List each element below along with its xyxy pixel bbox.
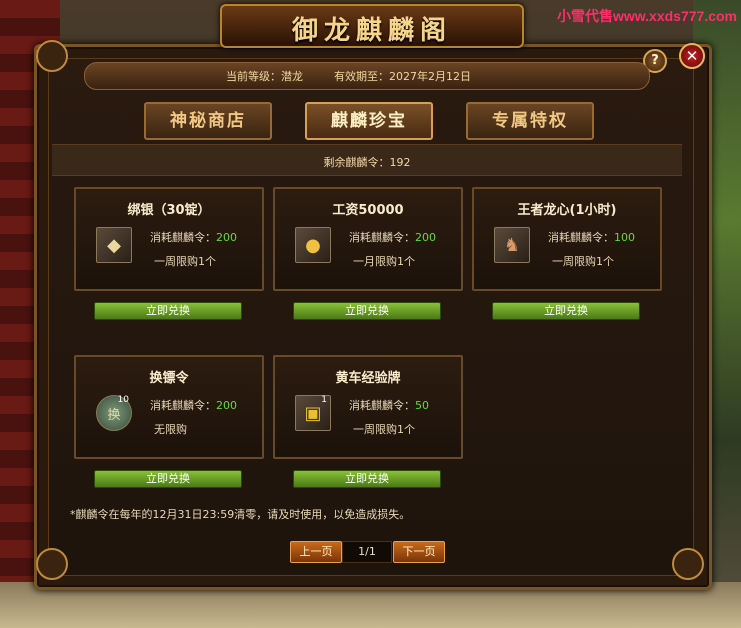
item-glyph: ◆: [107, 234, 121, 256]
item-glyph: ♞: [503, 234, 521, 256]
dragon-heart-icon[interactable]: ♞: [494, 227, 530, 263]
item-limit: 一周限购1个: [154, 255, 216, 268]
redeem-button[interactable]: 立即兑换: [293, 470, 441, 488]
cost-value: 200: [216, 399, 237, 412]
cost-value: 200: [415, 231, 436, 244]
cost-prefix: 消耗麒麟令：: [150, 231, 216, 244]
item-limit: 一周限购1个: [552, 255, 614, 268]
redeem-button[interactable]: 立即兑换: [293, 302, 441, 320]
watermark-text: 小雪代售www.xxds777.com: [557, 8, 737, 24]
item-name: 工资50000: [332, 203, 404, 218]
prev-page-button[interactable]: 上一页: [290, 541, 342, 563]
item-name: 换镖令: [149, 371, 189, 386]
frame-corner-ornament: [36, 40, 68, 72]
cost-value: 100: [614, 231, 635, 244]
frame-corner-ornament: [672, 548, 704, 580]
redeem-button[interactable]: 立即兑换: [94, 302, 242, 320]
item-card: 黄车经验牌 ▣ 1 消耗麒麟令：50 一周限购1个: [273, 355, 463, 459]
cost-prefix: 消耗麒麟令：: [349, 399, 415, 412]
current-level-text: 当前等级：潜龙: [226, 70, 303, 83]
item-glyph: ▣: [304, 402, 322, 424]
item-cost: 消耗麒麟令：200: [150, 229, 237, 245]
item-limit: 一月限购1个: [353, 255, 415, 268]
item-card: 换镖令 换 10 消耗麒麟令：200 无限购: [74, 355, 264, 459]
item-card: 绑银（30锭） ◆ 消耗麒麟令：200 一周限购1个: [74, 187, 264, 291]
expiry-date-text: 有效期至：2027年2月12日: [334, 70, 471, 83]
item-cost: 消耗麒麟令：50: [349, 397, 429, 413]
gold-coins-icon[interactable]: ●: [295, 227, 331, 263]
item-name: 王者龙心(1小时): [517, 203, 617, 218]
window-title: 御龙麒麟阁: [291, 16, 452, 46]
remaining-tokens-text: 剩余麒麟令：192: [323, 156, 411, 169]
item-glyph: 换: [107, 407, 121, 423]
item-name: 绑银（30锭）: [127, 203, 211, 218]
tab-exclusive-privilege[interactable]: 专属特权: [466, 102, 594, 140]
item-cost: 消耗麒麟令：200: [349, 229, 436, 245]
cost-prefix: 消耗麒麟令：: [150, 399, 216, 412]
item-card: 工资50000 ● 消耗麒麟令：200 一月限购1个: [273, 187, 463, 291]
item-glyph: ●: [305, 234, 321, 256]
item-cost: 消耗麒麟令：200: [150, 397, 237, 413]
escort-token-icon[interactable]: 换 10: [96, 395, 132, 431]
redeem-button[interactable]: 立即兑换: [94, 470, 242, 488]
item-quantity-badge: 10: [117, 395, 129, 405]
tab-qilin-treasure[interactable]: 麒麟珍宝: [305, 102, 433, 140]
redeem-button[interactable]: 立即兑换: [492, 302, 640, 320]
cost-prefix: 消耗麒麟令：: [349, 231, 415, 244]
window-title-plate: 御龙麒麟阁: [220, 4, 524, 48]
yellow-cart-exp-icon[interactable]: ▣ 1: [295, 395, 331, 431]
cost-prefix: 消耗麒麟令：: [548, 231, 614, 244]
item-card: 王者龙心(1小时) ♞ 消耗麒麟令：100 一周限购1个: [472, 187, 662, 291]
frame-corner-ornament: [36, 548, 68, 580]
cost-value: 200: [216, 231, 237, 244]
item-limit: 一周限购1个: [353, 423, 415, 436]
tab-mystery-shop[interactable]: 神秘商店: [144, 102, 272, 140]
item-quantity-badge: 1: [321, 395, 327, 405]
close-button[interactable]: ✕: [679, 43, 705, 69]
token-reset-note: *麒麟令在每年的12月31日23:59清零，请及时使用，以免造成损失。: [70, 508, 411, 521]
item-cost: 消耗麒麟令：100: [548, 229, 635, 245]
item-limit: 无限购: [154, 423, 187, 436]
remaining-tokens-bar: 剩余麒麟令：192: [52, 144, 682, 176]
silver-ingot-icon[interactable]: ◆: [96, 227, 132, 263]
item-name: 黄车经验牌: [335, 371, 401, 386]
cost-value: 50: [415, 399, 429, 412]
next-page-button[interactable]: 下一页: [393, 541, 445, 563]
page-indicator: 1/1: [342, 541, 392, 563]
